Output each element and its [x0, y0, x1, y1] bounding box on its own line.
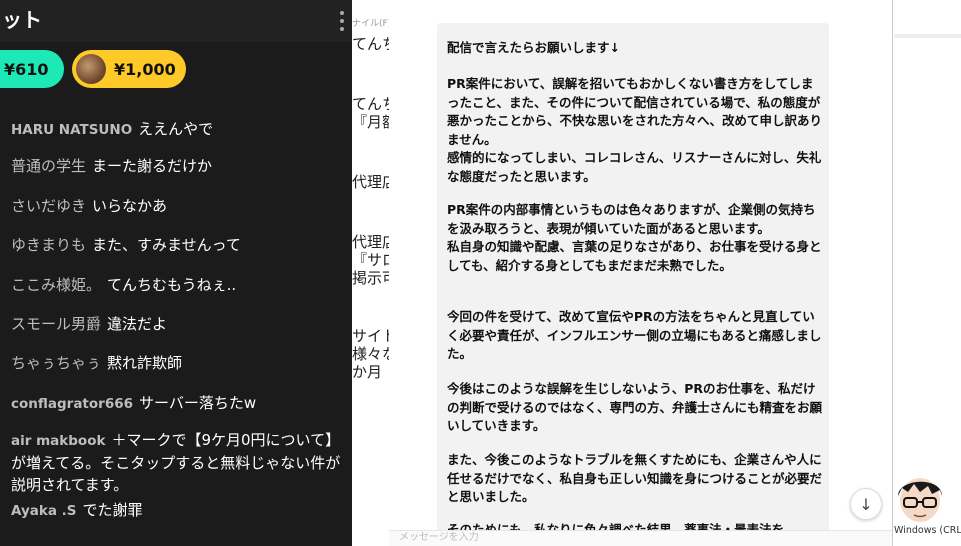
chat-message: HARU NATSUNO ええんやで [11, 118, 341, 141]
chat-text: いらなかあ [92, 197, 168, 215]
scroll-down-button[interactable]: ↓ [850, 488, 882, 520]
doc-paragraph: また、今後このようなトラブルを無くすためにも、企業さんや人に任せるだけでなく、私… [447, 452, 823, 504]
screen: ット ¥610 ¥1,000 HARU NATSUNO ええんやで 普通の学生 まー… [0, 0, 961, 546]
super-chat-amount: ¥1,000 [114, 59, 176, 79]
doc-paragraph: PR案件の内部事情というものは色々ありますが、企業側の気持ちを汲み取ろうと、表現… [447, 202, 822, 273]
menu-label: ナイル(F) [352, 19, 392, 29]
chat-author[interactable]: Ayaka .S [11, 503, 77, 519]
chat-message: ちゃぅちゃぅ 黙れ詐欺師 [11, 352, 341, 374]
chat-text: ええんやで [138, 120, 214, 138]
chat-message: さいだゆき いらなかあ [11, 195, 341, 217]
doc-paragraph: 今回の件を受けて、改めて宣伝やPRの方法をちゃんと見直していく必要や責任が、イン… [447, 309, 822, 361]
chat-message: ここみ様姫。 てんちむもうねぇ.. [11, 274, 341, 296]
chat-text: まーた謝るだけか [92, 157, 213, 175]
chat-message: ゆきまりも また、すみませんって [11, 234, 341, 256]
chat-text: サーバー落ちたw [139, 394, 257, 412]
chat-message: Ayaka .S でた謝罪 [11, 499, 341, 522]
doc-paragraph: PR案件において、誤解を招いてもおかしくない書き方をしてしまったこと、また、その… [447, 76, 823, 184]
chat-text: でた謝罪 [82, 501, 143, 519]
chat-author[interactable]: ちゃぅちゃぅ [11, 354, 101, 372]
chat-author[interactable]: ここみ様姫。 [11, 276, 101, 294]
text-line: 掲示可 [352, 269, 392, 287]
chat-message: スモール男爵 違法だよ [11, 313, 341, 335]
chat-author[interactable]: 普通の学生 [11, 157, 86, 175]
kebab-menu-icon[interactable] [340, 11, 344, 31]
toolbar-strip [894, 34, 961, 38]
chat-author[interactable]: conflagrator666 [11, 396, 133, 412]
background-editor-window: Windows (CRLF) [892, 0, 961, 546]
chat-text: また、すみませんって [92, 236, 241, 254]
text-line: か月 [352, 363, 383, 381]
text-line: 『月額 [352, 113, 392, 131]
streamer-avatar-icon [898, 478, 942, 522]
chat-author[interactable]: HARU NATSUNO [11, 122, 132, 138]
message-bubble: 配信で言えたらお願いします↓ PR案件において、誤解を招いてもおかしくない書き方… [437, 23, 829, 533]
text-line: てんち [352, 35, 392, 53]
doc-paragraph: 今後はこのような誤解を生じしないよう、PRのお仕事を、私だけの判断で受けるのでは… [447, 381, 823, 433]
text-line: 代理店 [352, 233, 392, 251]
window-divider [892, 0, 893, 546]
chat-header: ット [0, 0, 352, 42]
text-line: 様々な [352, 345, 392, 363]
chat-author[interactable]: さいだゆき [11, 197, 86, 215]
live-chat-panel: ット ¥610 ¥1,000 HARU NATSUNO ええんやで 普通の学生 まー… [0, 0, 352, 546]
chat-text: 黙れ詐欺師 [107, 354, 183, 372]
chat-text: 違法だよ [107, 315, 168, 333]
chat-title: ット [2, 8, 42, 32]
message-input[interactable]: メッセージを入力 [389, 530, 892, 546]
doc-paragraph: 配信で言えたらお願いします↓ [447, 40, 620, 55]
chat-text: てんちむもうねぇ.. [107, 276, 237, 294]
super-chat-amount: ¥610 [4, 59, 49, 79]
chat-author[interactable]: スモール男爵 [11, 315, 101, 333]
arrow-down-icon: ↓ [859, 494, 873, 514]
avatar [76, 54, 106, 84]
super-chat-chip-1000[interactable]: ¥1,000 [72, 50, 186, 88]
text-line: サイト [352, 327, 392, 345]
background-window-text: ナイル(F) てんち てんち 『月額 代理店 代理店 『サロ 掲示可 サイト 様… [352, 0, 392, 546]
chat-author[interactable]: ゆきまりも [11, 236, 86, 254]
text-line: 『サロ [352, 251, 392, 269]
super-chat-ticker: ¥610 ¥1,000 [0, 50, 352, 90]
chat-author[interactable]: air makbook [11, 433, 105, 449]
message-view: 配信で言えたらお願いします↓ PR案件において、誤解を招いてもおかしくない書き方… [389, 0, 892, 546]
text-line: 代理店 [352, 173, 392, 191]
text-line: てんち [352, 95, 392, 113]
line-ending-status[interactable]: Windows (CRLF) [894, 525, 961, 536]
chat-message: air makbook ＋マークで【9ケ月0円について】が増えてる。そこタップする… [11, 429, 341, 496]
chat-message: 普通の学生 まーた謝るだけか [11, 155, 341, 177]
super-chat-chip-610[interactable]: ¥610 [0, 50, 64, 88]
chat-message: conflagrator666 サーバー落ちたw [11, 392, 341, 415]
